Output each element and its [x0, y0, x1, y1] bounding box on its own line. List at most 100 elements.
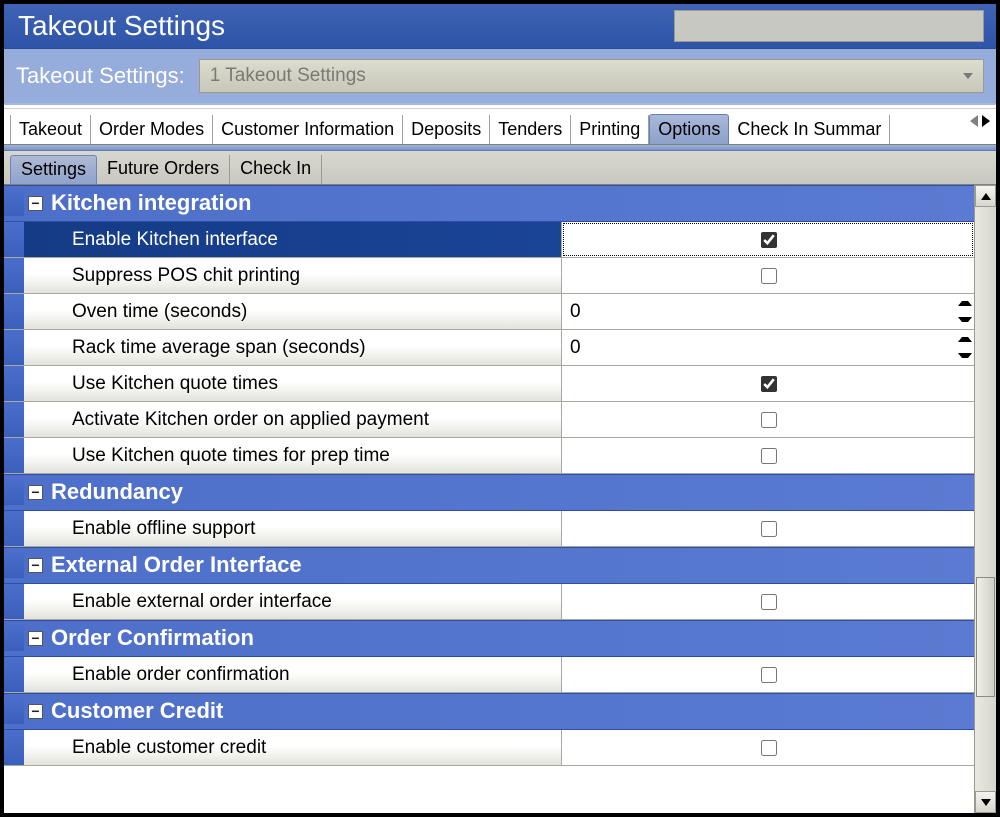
setting-label: Use Kitchen quote times	[24, 366, 562, 401]
row-stripe	[4, 584, 24, 619]
subtab-future-orders[interactable]: Future Orders	[97, 155, 230, 184]
triangle-down-icon	[981, 799, 991, 806]
collapse-icon[interactable]	[28, 704, 43, 719]
subtab-settings[interactable]: Settings	[10, 155, 97, 184]
setting-row[interactable]: Enable customer credit	[4, 730, 974, 766]
spinner-up-icon[interactable]	[958, 301, 972, 306]
collapse-icon[interactable]	[28, 558, 43, 573]
setting-checkbox[interactable]	[761, 268, 777, 284]
group-header[interactable]: Redundancy	[4, 474, 974, 511]
setting-label: Enable Kitchen interface	[24, 222, 562, 257]
setting-number-value: 0	[570, 337, 581, 359]
collapse-icon[interactable]	[28, 631, 43, 646]
tab-takeout[interactable]: Takeout	[10, 115, 91, 144]
row-stripe	[4, 222, 24, 257]
setting-value-cell[interactable]: 0	[562, 294, 974, 329]
tab-order-modes[interactable]: Order Modes	[91, 115, 213, 144]
spinner[interactable]	[958, 332, 972, 363]
subtab-check-in[interactable]: Check In	[230, 155, 322, 184]
group-header[interactable]: Kitchen integration	[4, 185, 974, 222]
spinner-up-icon[interactable]	[958, 337, 972, 342]
collapse-icon[interactable]	[28, 196, 43, 211]
group-title: Kitchen integration	[51, 190, 251, 216]
setting-row[interactable]: Use Kitchen quote times for prep time	[4, 438, 974, 474]
setting-row[interactable]: Rack time average span (seconds) 0	[4, 330, 974, 366]
setting-value-cell[interactable]	[562, 730, 974, 765]
setting-row[interactable]: Use Kitchen quote times	[4, 366, 974, 402]
setting-row[interactable]: Suppress POS chit printing	[4, 258, 974, 294]
setting-value-cell[interactable]	[562, 222, 974, 257]
settings-select-value: 1 Takeout Settings	[210, 65, 366, 87]
setting-checkbox[interactable]	[761, 232, 777, 248]
sub-tab-strip: Settings Future Orders Check In	[4, 151, 996, 185]
row-stripe	[4, 330, 24, 365]
setting-checkbox[interactable]	[761, 740, 777, 756]
group-stripe	[4, 190, 24, 216]
tab-scroll-left-icon[interactable]	[970, 115, 978, 127]
setting-value-cell[interactable]	[562, 402, 974, 437]
setting-checkbox[interactable]	[761, 448, 777, 464]
group-header[interactable]: External Order Interface	[4, 547, 974, 584]
setting-value-cell[interactable]	[562, 657, 974, 692]
setting-checkbox[interactable]	[761, 412, 777, 428]
tab-check-in-summary[interactable]: Check In Summar	[729, 115, 890, 144]
setting-value-cell[interactable]: 0	[562, 330, 974, 365]
setting-checkbox[interactable]	[761, 594, 777, 610]
scroll-down-button[interactable]	[975, 791, 996, 813]
spinner-down-icon[interactable]	[958, 317, 972, 322]
top-tab-strip: Takeout Order Modes Customer Information…	[4, 109, 996, 145]
setting-label: Rack time average span (seconds)	[24, 330, 562, 365]
setting-row[interactable]: Enable external order interface	[4, 584, 974, 620]
tab-scroll-arrows	[970, 115, 990, 127]
scroll-thumb[interactable]	[976, 577, 995, 697]
spinner-down-icon[interactable]	[958, 353, 972, 358]
setting-checkbox[interactable]	[761, 521, 777, 537]
spinner[interactable]	[958, 296, 972, 327]
tab-scroll-right-icon[interactable]	[982, 115, 990, 127]
tab-printing[interactable]: Printing	[571, 115, 649, 144]
setting-label: Enable customer credit	[24, 730, 562, 765]
tab-options[interactable]: Options	[649, 114, 729, 144]
settings-grid: Kitchen integration Enable Kitchen interf…	[4, 185, 974, 813]
setting-row[interactable]: Enable offline support	[4, 511, 974, 547]
content-wrap: Kitchen integration Enable Kitchen interf…	[4, 185, 996, 813]
settings-select[interactable]: 1 Takeout Settings	[199, 59, 984, 93]
group-header[interactable]: Customer Credit	[4, 693, 974, 730]
setting-value-cell[interactable]	[562, 438, 974, 473]
setting-checkbox[interactable]	[761, 376, 777, 392]
row-stripe	[4, 366, 24, 401]
chevron-down-icon	[963, 73, 973, 79]
setting-row[interactable]: Enable order confirmation	[4, 657, 974, 693]
group-stripe	[4, 479, 24, 505]
row-stripe	[4, 438, 24, 473]
selector-row: Takeout Settings: 1 Takeout Settings	[4, 49, 996, 105]
scroll-up-button[interactable]	[975, 185, 996, 207]
tab-tenders[interactable]: Tenders	[490, 115, 571, 144]
group-title: Customer Credit	[51, 698, 223, 724]
setting-row[interactable]: Enable Kitchen interface	[4, 222, 974, 258]
group-title: Redundancy	[51, 479, 183, 505]
setting-label: Enable offline support	[24, 511, 562, 546]
row-stripe	[4, 294, 24, 329]
setting-checkbox[interactable]	[761, 667, 777, 683]
group-header[interactable]: Order Confirmation	[4, 620, 974, 657]
tab-deposits[interactable]: Deposits	[403, 115, 490, 144]
vertical-scrollbar[interactable]	[974, 185, 996, 813]
group-title: Order Confirmation	[51, 625, 254, 651]
row-stripe	[4, 730, 24, 765]
setting-value-cell[interactable]	[562, 511, 974, 546]
tab-customer-information[interactable]: Customer Information	[213, 115, 403, 144]
setting-value-cell[interactable]	[562, 366, 974, 401]
collapse-icon[interactable]	[28, 485, 43, 500]
setting-label: Oven time (seconds)	[24, 294, 562, 329]
setting-label: Suppress POS chit printing	[24, 258, 562, 293]
setting-row[interactable]: Oven time (seconds)0	[4, 294, 974, 330]
group-title: External Order Interface	[51, 552, 302, 578]
setting-row[interactable]: Activate Kitchen order on applied paymen…	[4, 402, 974, 438]
selector-label: Takeout Settings:	[16, 63, 185, 89]
setting-value-cell[interactable]	[562, 584, 974, 619]
setting-value-cell[interactable]	[562, 258, 974, 293]
group-stripe	[4, 698, 24, 724]
scroll-track[interactable]	[975, 207, 996, 791]
group-stripe	[4, 552, 24, 578]
